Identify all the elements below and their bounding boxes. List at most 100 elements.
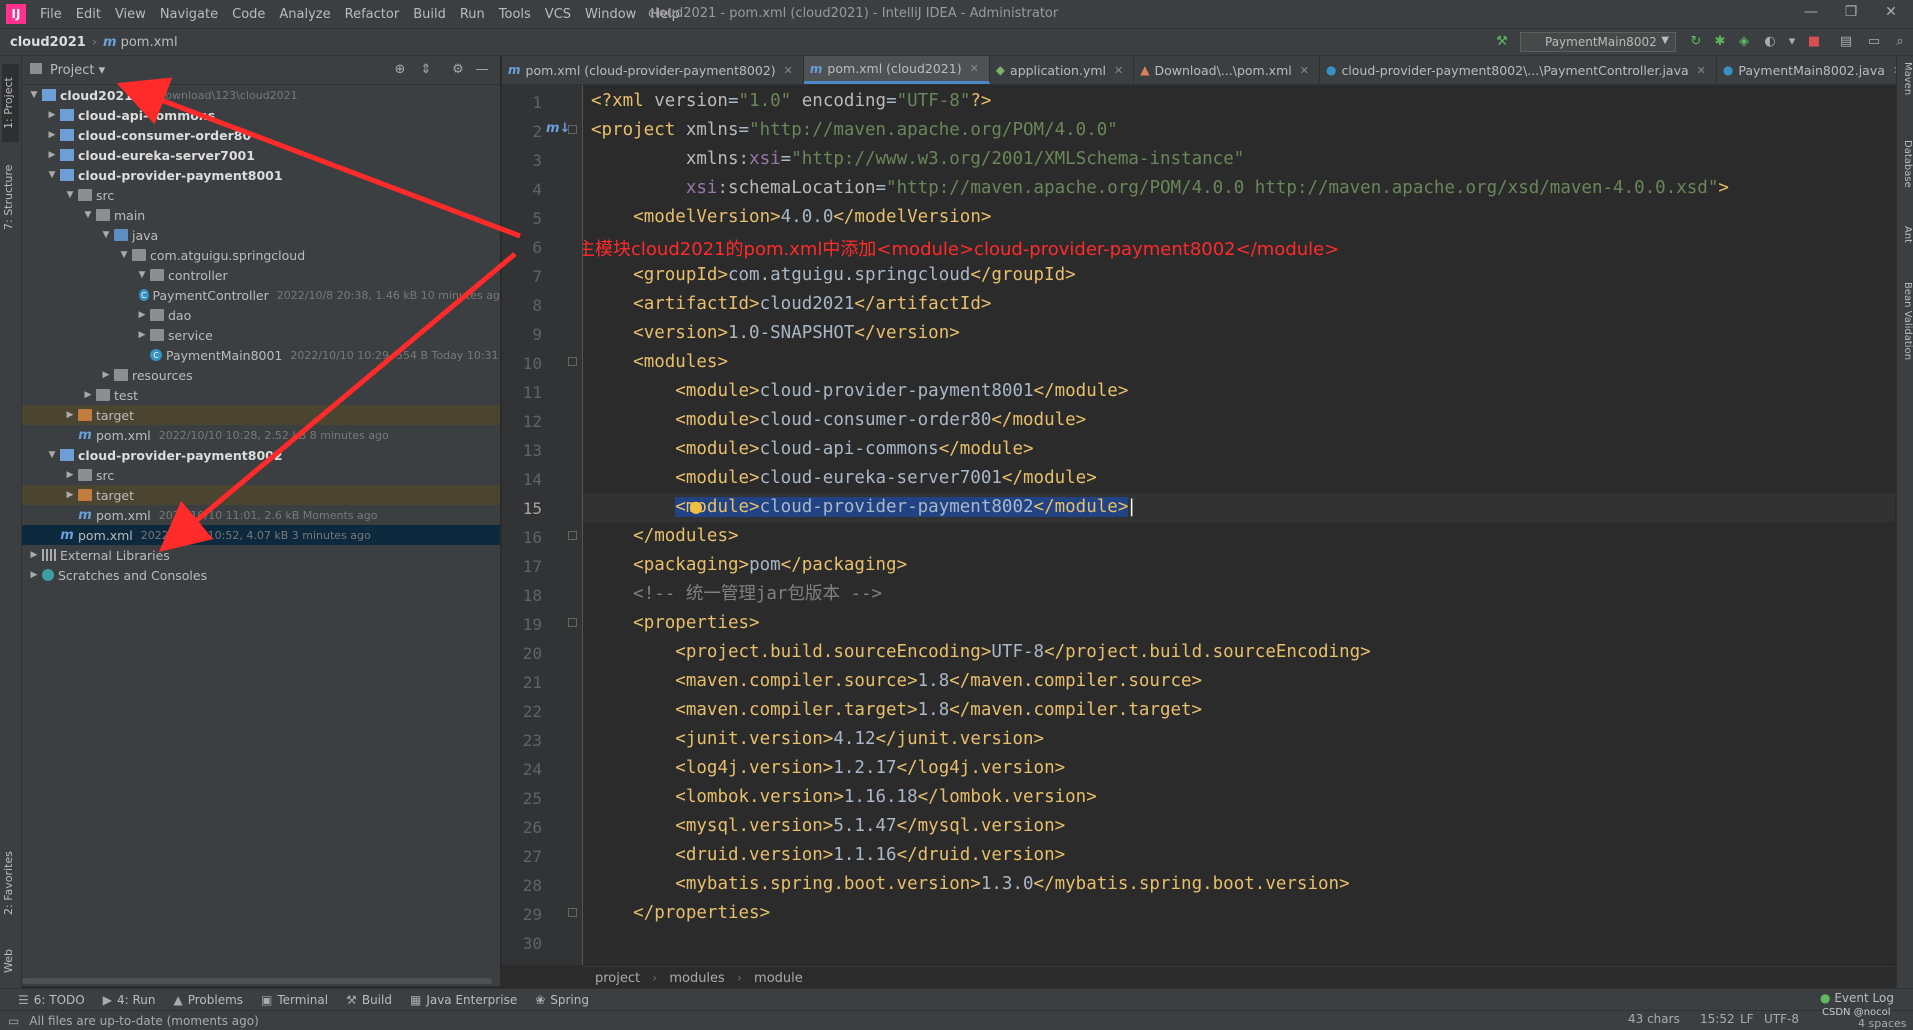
menu-run[interactable]: Run — [460, 7, 485, 22]
collapsed-arrow-icon[interactable]: ▶ — [64, 470, 76, 480]
tree-node[interactable]: ▼ main — [22, 205, 500, 225]
minimize-button[interactable]: — — [1796, 4, 1826, 24]
menu-file[interactable]: File — [40, 7, 62, 22]
layout-icon[interactable]: ▭ — [1866, 34, 1882, 50]
file-encoding[interactable]: UTF-8 — [1764, 1012, 1799, 1026]
rerun-icon[interactable]: ↻ — [1688, 34, 1704, 50]
tool-window-button[interactable]: ▲ Problems — [173, 993, 243, 1007]
tool-window-button[interactable]: ⚒ Build — [346, 993, 392, 1007]
collapsed-arrow-icon[interactable]: ▶ — [46, 130, 58, 140]
menu-build[interactable]: Build — [413, 7, 446, 22]
fold-marker-icon[interactable] — [568, 125, 577, 134]
more-run-icon[interactable]: ▾ — [1784, 34, 1800, 50]
breadcrumb-module[interactable]: module — [754, 971, 803, 986]
search-icon[interactable]: ⌕ — [1892, 34, 1908, 50]
expanded-arrow-icon[interactable]: ▼ — [46, 170, 58, 180]
ant-tool-tab[interactable]: Ant — [1898, 226, 1913, 266]
tree-node[interactable]: ▶ target — [22, 405, 500, 425]
database-tool-tab[interactable]: Database — [1898, 140, 1913, 210]
menu-refactor[interactable]: Refactor — [345, 7, 400, 22]
intention-lightbulb-icon[interactable]: ● — [689, 497, 703, 516]
tree-node[interactable]: ▼ cloud-provider-payment8002 — [22, 445, 500, 465]
menu-edit[interactable]: Edit — [76, 7, 101, 22]
editor-tab[interactable]: ◆ application.yml ✕ — [990, 56, 1135, 84]
build-hammer-icon[interactable]: ⚒ — [1494, 34, 1510, 50]
tool-window-button[interactable]: ☰ 6: TODO — [18, 993, 85, 1007]
tree-node[interactable]: C PaymentController 2022/10/8 20:38, 1.46 … — [22, 285, 500, 305]
editor-tab[interactable]: ● cloud-provider-payment8002\...\PaymentC… — [1320, 56, 1717, 84]
tree-node[interactable]: ▼ controller — [22, 265, 500, 285]
expanded-arrow-icon[interactable]: ▼ — [136, 270, 148, 280]
nav-project-crumb[interactable]: cloud2021 — [10, 35, 86, 50]
menu-navigate[interactable]: Navigate — [160, 7, 218, 22]
tree-node[interactable]: C PaymentMain8001 2022/10/10 10:29, 554 B … — [22, 345, 500, 365]
tree-node[interactable]: ▶ service — [22, 325, 500, 345]
tool-window-button[interactable]: ▣ Terminal — [261, 993, 328, 1007]
menu-view[interactable]: View — [115, 7, 146, 22]
expanded-arrow-icon[interactable]: ▼ — [82, 210, 94, 220]
tree-node[interactable]: ▼ cloud-provider-payment8001 — [22, 165, 500, 185]
debug-icon[interactable]: ✱ — [1712, 34, 1728, 50]
tree-node[interactable]: ▼ com.atguigu.springcloud — [22, 245, 500, 265]
tree-node[interactable]: m pom.xml 2022/10/10 10:52, 4.07 kB 3 minu… — [22, 525, 500, 545]
run-configuration-select[interactable]: PaymentMain8002 ▼ — [1520, 32, 1676, 52]
tree-node[interactable]: ▶ External Libraries — [22, 545, 500, 565]
maven-tool-tab[interactable]: Maven — [1898, 62, 1913, 122]
code-editor[interactable]: <?xml version="1.0" encoding="UTF-8"?> <p… — [583, 85, 1895, 965]
collapsed-arrow-icon[interactable]: ▶ — [100, 370, 112, 380]
collapsed-arrow-icon[interactable]: ▶ — [82, 390, 94, 400]
editor-tab[interactable]: ●PaymentMain8002.java✕ — [1717, 56, 1913, 84]
favorites-tool-tab[interactable]: 2: Favorites — [2, 840, 19, 926]
fold-marker-icon[interactable] — [568, 618, 577, 627]
event-log-button[interactable]: ● Event Log — [1820, 991, 1894, 1005]
fold-marker-icon[interactable] — [568, 357, 577, 366]
fold-marker-icon[interactable] — [568, 908, 577, 917]
nav-file-crumb[interactable]: pom.xml — [121, 35, 178, 50]
maven-gutter-icon[interactable]: m↓ — [546, 121, 570, 136]
tree-node[interactable]: ▶ resources — [22, 365, 500, 385]
caret-position[interactable]: 15:52 — [1700, 1012, 1735, 1026]
collapsed-arrow-icon[interactable]: ▶ — [136, 330, 148, 340]
tree-node[interactable]: ▶ cloud-consumer-order80 — [22, 125, 500, 145]
expanded-arrow-icon[interactable]: ▼ — [28, 90, 40, 100]
tree-node[interactable]: ▶ src — [22, 465, 500, 485]
fold-marker-icon[interactable] — [568, 531, 577, 540]
close-tab-icon[interactable]: ✕ — [970, 62, 979, 75]
editor-tab[interactable]: ▲ Download\...\pom.xml ✕ — [1134, 56, 1320, 84]
collapsed-arrow-icon[interactable]: ▶ — [136, 310, 148, 320]
web-tool-tab[interactable]: Web — [2, 936, 19, 986]
expanded-arrow-icon[interactable]: ▼ — [100, 230, 112, 240]
breadcrumb-modules[interactable]: modules — [669, 971, 725, 986]
hide-panel-icon[interactable]: — — [474, 62, 490, 78]
menu-vcs[interactable]: VCS — [545, 7, 571, 22]
project-structure-icon[interactable]: ▤ — [1838, 34, 1854, 50]
close-window-button[interactable]: ✕ — [1876, 4, 1906, 24]
close-tab-icon[interactable]: ✕ — [1697, 64, 1706, 77]
menu-window[interactable]: Window — [585, 7, 636, 22]
line-separator[interactable]: LF — [1740, 1012, 1754, 1026]
tree-node[interactable]: ▶ Scratches and Consoles — [22, 565, 500, 585]
editor-tab[interactable]: m pom.xml (cloud2021) ✕ — [803, 56, 990, 84]
tree-node[interactable]: ▶ test — [22, 385, 500, 405]
structure-tool-tab[interactable]: 7: Structure — [2, 152, 19, 242]
project-tool-tab[interactable]: 1: Project — [2, 64, 19, 142]
breadcrumb-project[interactable]: project — [595, 971, 640, 986]
project-view-select[interactable]: Project ▾ — [50, 63, 105, 78]
menu-code[interactable]: Code — [232, 7, 265, 22]
status-layout-icon[interactable]: ▭ — [8, 1014, 19, 1028]
close-tab-icon[interactable]: ✕ — [784, 64, 793, 77]
tree-node[interactable]: ▶ cloud-api-commons — [22, 105, 500, 125]
editor-tab[interactable]: m pom.xml (cloud-provider-payment8002) ✕ — [502, 56, 804, 84]
tree-node[interactable]: m pom.xml 2022/10/10 11:01, 2.6 kB Moments… — [22, 505, 500, 525]
locate-icon[interactable]: ⊕ — [392, 62, 408, 78]
expanded-arrow-icon[interactable]: ▼ — [118, 250, 130, 260]
tool-window-button[interactable]: ▶ 4: Run — [103, 993, 156, 1007]
expanded-arrow-icon[interactable]: ▼ — [64, 190, 76, 200]
profile-icon[interactable]: ◐ — [1762, 34, 1778, 50]
collapsed-arrow-icon[interactable]: ▶ — [28, 550, 40, 560]
collapsed-arrow-icon[interactable]: ▶ — [46, 110, 58, 120]
collapsed-arrow-icon[interactable]: ▶ — [64, 490, 76, 500]
restore-button[interactable]: ❐ — [1836, 4, 1866, 24]
expanded-arrow-icon[interactable]: ▼ — [46, 450, 58, 460]
tree-node[interactable]: ▼ cloud2021 D:\Download\123\cloud2021 — [22, 85, 500, 105]
